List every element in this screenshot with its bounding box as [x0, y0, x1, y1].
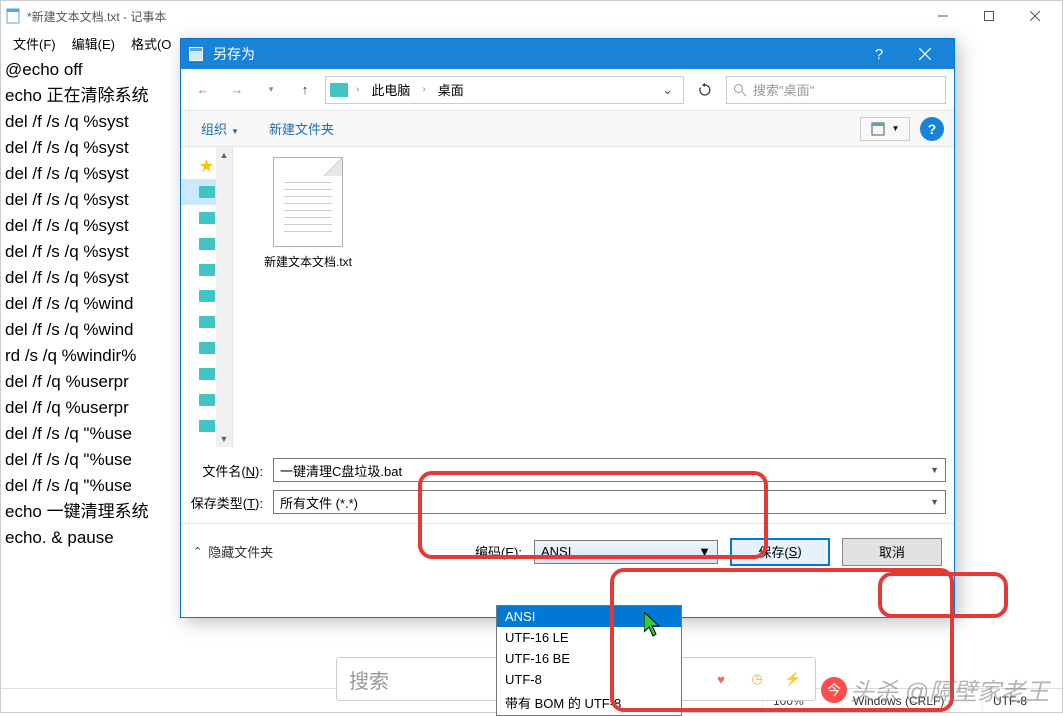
nav-forward-button[interactable]: →: [223, 76, 251, 104]
notepad-title: *新建文本文档.txt - 记事本: [27, 8, 920, 25]
maximize-button[interactable]: [966, 1, 1012, 31]
menu-edit[interactable]: 编辑(E): [64, 32, 123, 55]
saveas-icon: [187, 45, 205, 63]
notepad-titlebar[interactable]: *新建文本文档.txt - 记事本: [1, 1, 1062, 31]
menu-format[interactable]: 格式(O: [123, 32, 179, 55]
notepad-icon: [5, 8, 21, 24]
search-input[interactable]: 搜索"桌面": [726, 76, 946, 104]
bolt-icon[interactable]: ⚡: [783, 669, 803, 689]
address-bar[interactable]: › 此电脑 › 桌面 ⌄: [325, 76, 684, 104]
close-button[interactable]: [1012, 1, 1058, 31]
encoding-label: 编码(E):: [475, 542, 522, 561]
save-as-dialog: 另存为 ? ← → ▾ ↑ › 此电脑 › 桌面 ⌄ 搜索"桌面" 组织▼ 新建…: [180, 38, 955, 618]
view-options-button[interactable]: ▼: [860, 117, 910, 141]
filetype-select[interactable]: 所有文件 (*.*)▼: [273, 490, 946, 514]
encoding-option[interactable]: 带有 BOM 的 UTF-8: [497, 690, 681, 715]
nav-recent-button[interactable]: ▾: [257, 76, 285, 104]
filename-input[interactable]: 一键清理C盘垃圾.bat▼: [273, 458, 946, 482]
saveas-fields: 文件名(N): 一键清理C盘垃圾.bat▼ 保存类型(T): 所有文件 (*.*…: [181, 447, 954, 523]
minimize-button[interactable]: [920, 1, 966, 31]
watermark-logo-icon: 今: [821, 677, 847, 703]
watermark-text: 头杀 @隔壁家老王: [850, 672, 1049, 707]
saveas-titlebar[interactable]: 另存为 ?: [181, 39, 954, 69]
tree-scrollbar[interactable]: ▲ ▼: [216, 147, 232, 447]
search-icon: [733, 83, 747, 97]
save-button[interactable]: 保存(S): [730, 538, 830, 566]
mouse-cursor-icon: [644, 612, 664, 638]
saveas-close-button[interactable]: [902, 39, 948, 69]
breadcrumb-leaf[interactable]: 桌面: [434, 78, 468, 101]
text-file-icon: [273, 157, 343, 247]
scroll-up-icon[interactable]: ▲: [216, 147, 232, 163]
nav-back-button[interactable]: ←: [189, 76, 217, 104]
file-list[interactable]: 新建文本文档.txt: [233, 147, 954, 447]
folder-tree[interactable]: ▲ ▼: [181, 147, 233, 447]
saveas-navbar: ← → ▾ ↑ › 此电脑 › 桌面 ⌄ 搜索"桌面": [181, 69, 954, 111]
search-placeholder: 搜索"桌面": [753, 80, 814, 99]
cancel-button[interactable]: 取消: [842, 538, 942, 566]
encoding-option[interactable]: UTF-16 BE: [497, 648, 681, 669]
encoding-option[interactable]: UTF-8: [497, 669, 681, 690]
saveas-title: 另存为: [213, 44, 856, 64]
nav-up-button[interactable]: ↑: [291, 76, 319, 104]
help-icon[interactable]: ?: [920, 117, 944, 141]
scroll-down-icon[interactable]: ▼: [216, 431, 232, 447]
saveas-footer: ⌃ 隐藏文件夹 编码(E): ANSI▼ 保存(S) 取消: [181, 523, 954, 579]
help-button[interactable]: ?: [856, 39, 902, 69]
breadcrumb-root[interactable]: 此电脑: [367, 78, 414, 101]
file-name: 新建文本文档.txt: [253, 253, 363, 270]
new-folder-button[interactable]: 新建文件夹: [259, 115, 344, 142]
chevron-up-icon: ⌃: [193, 545, 202, 558]
encoding-select[interactable]: ANSI▼: [534, 540, 718, 564]
filename-label: 文件名(N):: [189, 461, 273, 480]
folder-icon: [330, 83, 348, 97]
refresh-button[interactable]: [690, 76, 720, 104]
hide-folders-toggle[interactable]: ⌃ 隐藏文件夹: [193, 542, 273, 561]
filetype-label: 保存类型(T):: [189, 493, 273, 512]
menu-file[interactable]: 文件(F): [5, 32, 64, 55]
address-dropdown-icon[interactable]: ⌄: [656, 82, 679, 98]
heart-icon[interactable]: ♥: [711, 669, 731, 689]
saveas-toolbar: 组织▼ 新建文件夹 ▼ ?: [181, 111, 954, 147]
breadcrumb-sep-icon: ›: [420, 84, 427, 95]
file-item[interactable]: 新建文本文档.txt: [253, 157, 363, 270]
clock-icon[interactable]: ◷: [747, 669, 767, 689]
organize-button[interactable]: 组织▼: [191, 115, 249, 142]
breadcrumb-sep-icon: ›: [354, 84, 361, 95]
